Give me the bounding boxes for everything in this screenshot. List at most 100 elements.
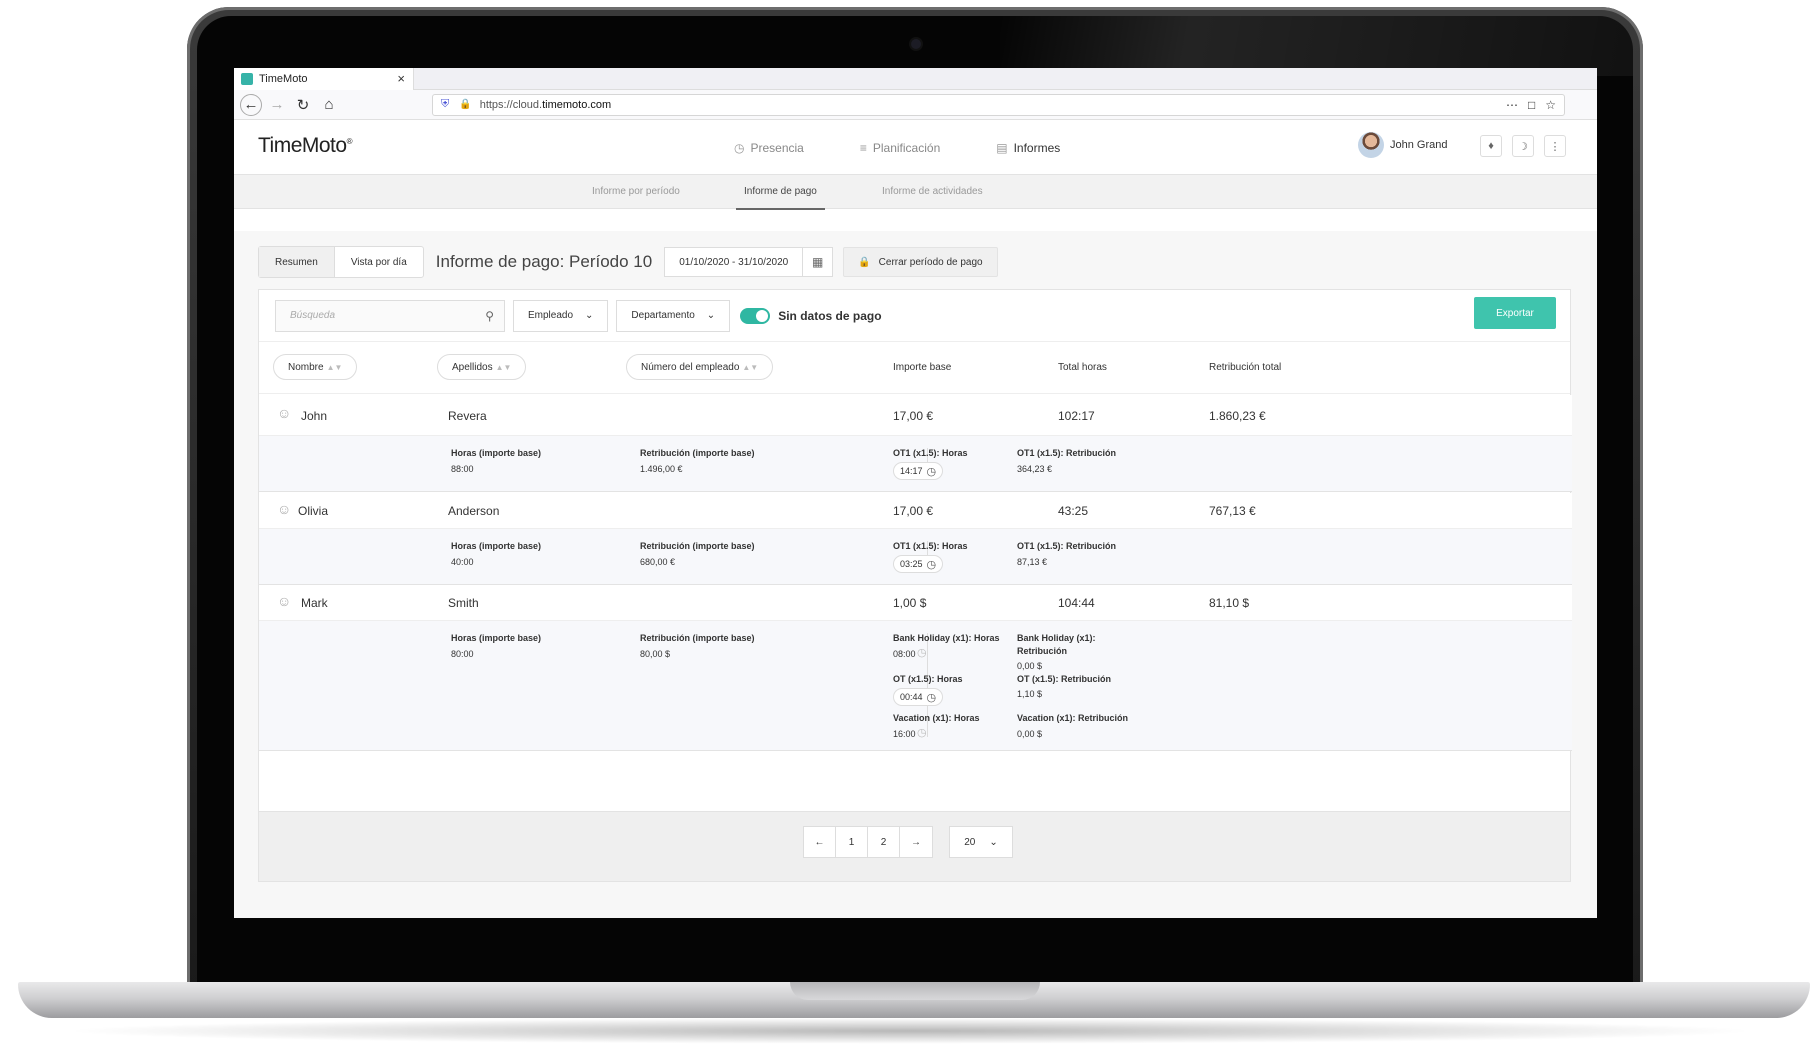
person-icon: ☺ bbox=[277, 405, 292, 421]
document-icon: ▤ bbox=[996, 140, 1008, 155]
dark-mode-moon-icon[interactable]: ☽ bbox=[1512, 135, 1534, 157]
prev-page-button[interactable]: ← bbox=[804, 827, 836, 857]
last-name: Anderson bbox=[448, 504, 500, 518]
detail-value: 14:17 bbox=[900, 466, 923, 476]
detail-label: Horas (importe base) bbox=[451, 448, 542, 458]
column-label: Número del empleado bbox=[641, 361, 740, 373]
total-hours: 102:17 bbox=[1058, 409, 1095, 423]
view-summary-button[interactable]: Resumen bbox=[259, 247, 335, 277]
nav-item-presencia[interactable]: ◷ Presencia bbox=[734, 141, 804, 155]
row-details: Horas (importe base) 80:00 Retribución (… bbox=[259, 621, 1572, 751]
detail-label: OT1 (x1.5): Retribución bbox=[1017, 541, 1117, 551]
main-content: Resumen Vista por día Informe de pago: P… bbox=[234, 231, 1597, 918]
date-range-picker[interactable]: 01/10/2020 - 31/10/2020 ▦ bbox=[664, 247, 834, 277]
hours-chip[interactable]: 03:25 ◷ bbox=[893, 555, 944, 573]
lid-reflection bbox=[1000, 16, 1633, 76]
hours-chip[interactable]: 14:17 ◷ bbox=[893, 462, 944, 480]
tab-informe-de-pago[interactable]: Informe de pago bbox=[736, 186, 825, 210]
hours-chip[interactable]: 00:44 ◷ bbox=[893, 688, 944, 706]
date-range-value: 01/10/2020 - 31/10/2020 bbox=[679, 256, 789, 268]
chevron-down-icon: ⌄ bbox=[585, 310, 594, 321]
detail-value: 1,10 $ bbox=[1017, 689, 1043, 699]
base-amount: 1,00 $ bbox=[893, 596, 927, 610]
person-icon: ☺ bbox=[277, 593, 292, 609]
detail-value: 03:25 bbox=[900, 559, 923, 569]
detail-value: 1.496,00 € bbox=[640, 464, 683, 474]
detail-value: 08:00 bbox=[893, 649, 916, 659]
tab-informe-de-actividades[interactable]: Informe de actividades bbox=[882, 186, 983, 197]
tab-informe-por-periodo[interactable]: Informe por período bbox=[592, 186, 680, 197]
page-2-button[interactable]: 2 bbox=[868, 827, 900, 857]
detail-value: 16:00 bbox=[893, 729, 916, 739]
total-pay: 1.860,23 € bbox=[1209, 409, 1266, 423]
header-actions: ♦ ☽ ⋮ bbox=[1480, 135, 1566, 157]
department-dropdown[interactable]: Departamento ⌄ bbox=[616, 299, 731, 332]
screen: TimeMoto × ← → ↻ ⌂ ⛨ 🔒 https://cloud. tim… bbox=[234, 68, 1597, 918]
forward-arrow-icon[interactable]: → bbox=[266, 94, 288, 116]
export-button[interactable]: Exportar bbox=[1474, 297, 1556, 329]
calendar-icon[interactable]: ▦ bbox=[802, 248, 832, 276]
shield-icon: ⛨ bbox=[441, 98, 450, 110]
detail-label: Bank Holiday (x1): bbox=[1017, 633, 1096, 643]
column-base-amount: Importe base bbox=[893, 362, 952, 373]
lock-icon: 🔒 bbox=[858, 256, 871, 268]
sort-first-name-button[interactable]: Nombre ▲▼ bbox=[273, 354, 358, 380]
url-bar[interactable]: ⛨ 🔒 https://cloud. timemoto.com ⋯ □ ☆ bbox=[432, 93, 1565, 116]
pocket-icon[interactable]: □ bbox=[1528, 98, 1535, 112]
page-1-button[interactable]: 1 bbox=[836, 827, 868, 857]
employee-dropdown-label: Empleado bbox=[528, 310, 574, 321]
nav-item-planificacion[interactable]: ≡ Planificación bbox=[860, 141, 940, 155]
view-daily-button[interactable]: Vista por día bbox=[335, 247, 423, 277]
employee-dropdown[interactable]: Empleado ⌄ bbox=[513, 299, 609, 332]
back-arrow-icon[interactable]: ← bbox=[240, 93, 262, 116]
main-nav: ◷ Presencia ≡ Planificación ▤ Informes bbox=[734, 120, 1060, 175]
table-row[interactable]: ☺ Olivia Anderson 17,00 € 43:25 767,13 € bbox=[259, 493, 1572, 529]
browser-navbar: ← → ↻ ⌂ ⛨ 🔒 https://cloud. timemoto.com ⋯… bbox=[234, 90, 1597, 120]
detail-value: 00:44 bbox=[900, 692, 923, 702]
sort-icon: ▲▼ bbox=[495, 362, 512, 372]
close-period-button[interactable]: 🔒 Cerrar período de pago bbox=[843, 247, 998, 277]
column-label: Nombre bbox=[288, 361, 324, 373]
reload-icon[interactable]: ↻ bbox=[292, 94, 314, 116]
detail-value: 680,00 € bbox=[640, 557, 676, 567]
clock-icon: ◷ bbox=[926, 691, 937, 704]
department-dropdown-label: Departamento bbox=[631, 310, 695, 321]
home-icon[interactable]: ⌂ bbox=[318, 94, 340, 116]
notification-bell-icon[interactable]: ♦ bbox=[1480, 135, 1502, 157]
browser-tab[interactable]: TimeMoto × bbox=[234, 68, 414, 90]
table-row[interactable]: ☺ Mark Smith 1,00 $ 104:44 81,10 $ bbox=[259, 585, 1572, 621]
laptop-frame: TimeMoto × ← → ↻ ⌂ ⛨ 🔒 https://cloud. tim… bbox=[0, 0, 1820, 1060]
url-prefix: https://cloud. bbox=[479, 98, 543, 111]
search-icon[interactable]: ⚲ bbox=[485, 309, 494, 323]
detail-label: OT1 (x1.5): Horas bbox=[893, 541, 968, 551]
sort-employee-number-button[interactable]: Número del empleado ▲▼ bbox=[626, 354, 774, 380]
user-menu[interactable]: John Grand bbox=[1358, 132, 1447, 158]
report-tabs: Informe por período Informe de pago Info… bbox=[234, 175, 1597, 210]
pagination-footer: ← 1 2 → 20 ⌄ bbox=[259, 811, 1570, 881]
star-icon[interactable]: ☆ bbox=[1545, 98, 1556, 112]
sort-icon: ▲▼ bbox=[326, 362, 343, 372]
table-row[interactable]: ☺ John Revera 17,00 € 102:17 1.860,23 € bbox=[259, 395, 1572, 436]
user-name: John Grand bbox=[1390, 139, 1448, 151]
no-pay-data-toggle[interactable] bbox=[740, 307, 771, 324]
avatar bbox=[1358, 132, 1384, 158]
close-tab-icon[interactable]: × bbox=[397, 71, 405, 86]
timemoto-logo[interactable]: TimeMoto® bbox=[258, 134, 353, 158]
detail-value: 0,00 $ bbox=[1017, 729, 1043, 739]
lock-icon: 🔒 bbox=[459, 99, 472, 110]
next-page-button[interactable]: → bbox=[900, 827, 932, 857]
nav-item-informes[interactable]: ▤ Informes bbox=[996, 141, 1060, 155]
more-icon[interactable]: ⋯ bbox=[1506, 98, 1518, 112]
toggle-label: Sin datos de pago bbox=[778, 308, 882, 323]
clock-icon: ◷ bbox=[926, 465, 937, 478]
detail-label: OT1 (x1.5): Horas bbox=[893, 448, 968, 458]
column-total-hours: Total horas bbox=[1058, 362, 1107, 373]
laptop-shadow bbox=[60, 1018, 1760, 1044]
sort-icon: ▲▼ bbox=[742, 362, 759, 372]
total-pay: 767,13 € bbox=[1209, 504, 1256, 518]
detail-value: 80:00 bbox=[451, 649, 474, 659]
more-vertical-icon[interactable]: ⋮ bbox=[1544, 135, 1566, 157]
sort-last-name-button[interactable]: Apellidos ▲▼ bbox=[437, 354, 527, 380]
search-input[interactable]: Búsqueda ⚲ bbox=[275, 299, 505, 332]
per-page-select[interactable]: 20 ⌄ bbox=[949, 826, 1013, 858]
